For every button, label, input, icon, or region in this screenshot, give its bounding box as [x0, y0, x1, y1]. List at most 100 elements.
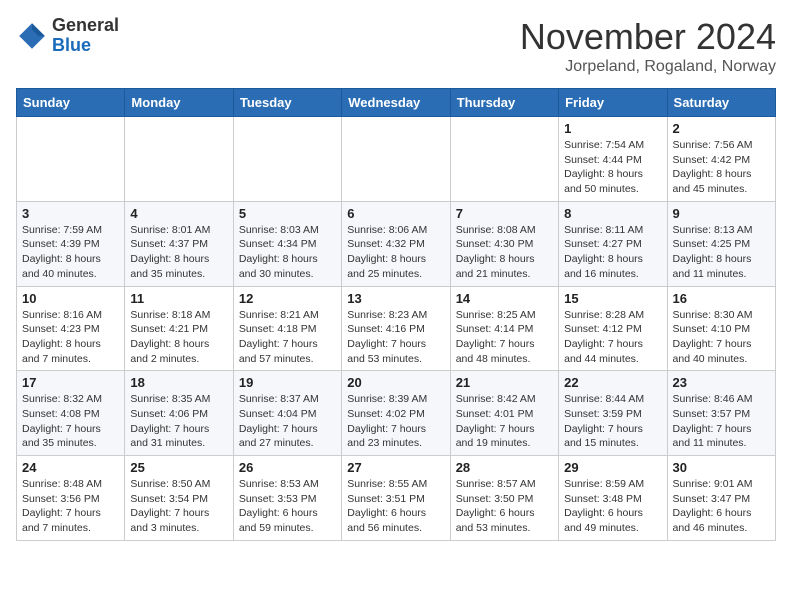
table-row: 4 Sunrise: 8:01 AM Sunset: 4:37 PM Daylig… [125, 201, 233, 286]
day-number: 16 [673, 291, 770, 306]
day-info: Sunrise: 7:59 AM Sunset: 4:39 PM Dayligh… [22, 223, 119, 282]
day-number: 5 [239, 206, 336, 221]
day-info: Sunrise: 8:25 AM Sunset: 4:14 PM Dayligh… [456, 308, 553, 367]
day-number: 12 [239, 291, 336, 306]
table-row [17, 117, 125, 202]
table-row [450, 117, 558, 202]
day-info: Sunrise: 8:13 AM Sunset: 4:25 PM Dayligh… [673, 223, 770, 282]
day-number: 19 [239, 375, 336, 390]
day-number: 13 [347, 291, 444, 306]
day-info: Sunrise: 8:30 AM Sunset: 4:10 PM Dayligh… [673, 308, 770, 367]
day-info: Sunrise: 7:56 AM Sunset: 4:42 PM Dayligh… [673, 138, 770, 197]
day-number: 20 [347, 375, 444, 390]
day-number: 9 [673, 206, 770, 221]
logo-blue-text: Blue [52, 35, 91, 55]
day-info: Sunrise: 8:28 AM Sunset: 4:12 PM Dayligh… [564, 308, 661, 367]
calendar-header-row: Sunday Monday Tuesday Wednesday Thursday… [17, 89, 776, 117]
day-number: 2 [673, 121, 770, 136]
col-monday: Monday [125, 89, 233, 117]
day-info: Sunrise: 8:42 AM Sunset: 4:01 PM Dayligh… [456, 392, 553, 451]
day-number: 26 [239, 460, 336, 475]
table-row: 29Sunrise: 8:59 AM Sunset: 3:48 PM Dayli… [559, 456, 667, 541]
day-info: Sunrise: 8:57 AM Sunset: 3:50 PM Dayligh… [456, 477, 553, 536]
day-number: 7 [456, 206, 553, 221]
day-number: 3 [22, 206, 119, 221]
col-saturday: Saturday [667, 89, 775, 117]
calendar: Sunday Monday Tuesday Wednesday Thursday… [16, 88, 776, 541]
table-row: 21 Sunrise: 8:42 AM Sunset: 4:01 PM Dayli… [450, 371, 558, 456]
table-row: 5 Sunrise: 8:03 AM Sunset: 4:34 PM Daylig… [233, 201, 341, 286]
day-info: Sunrise: 8:59 AM Sunset: 3:48 PM Dayligh… [564, 477, 661, 536]
day-info: Sunrise: 8:16 AM Sunset: 4:23 PM Dayligh… [22, 308, 119, 367]
logo: General Blue [16, 16, 119, 56]
day-number: 17 [22, 375, 119, 390]
day-number: 28 [456, 460, 553, 475]
calendar-week-row: 3 Sunrise: 7:59 AM Sunset: 4:39 PM Daylig… [17, 201, 776, 286]
day-info: Sunrise: 8:06 AM Sunset: 4:32 PM Dayligh… [347, 223, 444, 282]
table-row: 7 Sunrise: 8:08 AM Sunset: 4:30 PM Daylig… [450, 201, 558, 286]
table-row: 30Sunrise: 9:01 AM Sunset: 3:47 PM Dayli… [667, 456, 775, 541]
table-row: 12 Sunrise: 8:21 AM Sunset: 4:18 PM Dayli… [233, 286, 341, 371]
logo-icon [16, 20, 48, 52]
day-info: Sunrise: 8:44 AM Sunset: 3:59 PM Dayligh… [564, 392, 661, 451]
header: General Blue November 2024 Jorpeland, Ro… [16, 16, 776, 76]
table-row: 28 Sunrise: 8:57 AM Sunset: 3:50 PM Dayli… [450, 456, 558, 541]
calendar-week-row: 17Sunrise: 8:32 AM Sunset: 4:08 PM Dayli… [17, 371, 776, 456]
table-row: 14 Sunrise: 8:25 AM Sunset: 4:14 PM Dayli… [450, 286, 558, 371]
day-info: Sunrise: 8:01 AM Sunset: 4:37 PM Dayligh… [130, 223, 227, 282]
table-row: 23Sunrise: 8:46 AM Sunset: 3:57 PM Dayli… [667, 371, 775, 456]
table-row: 11 Sunrise: 8:18 AM Sunset: 4:21 PM Dayli… [125, 286, 233, 371]
table-row: 19Sunrise: 8:37 AM Sunset: 4:04 PM Dayli… [233, 371, 341, 456]
col-thursday: Thursday [450, 89, 558, 117]
day-info: Sunrise: 8:21 AM Sunset: 4:18 PM Dayligh… [239, 308, 336, 367]
day-number: 24 [22, 460, 119, 475]
day-number: 18 [130, 375, 227, 390]
col-wednesday: Wednesday [342, 89, 450, 117]
table-row: 17Sunrise: 8:32 AM Sunset: 4:08 PM Dayli… [17, 371, 125, 456]
day-info: Sunrise: 8:53 AM Sunset: 3:53 PM Dayligh… [239, 477, 336, 536]
calendar-week-row: 10Sunrise: 8:16 AM Sunset: 4:23 PM Dayli… [17, 286, 776, 371]
day-number: 21 [456, 375, 553, 390]
day-number: 1 [564, 121, 661, 136]
table-row: 8 Sunrise: 8:11 AM Sunset: 4:27 PM Daylig… [559, 201, 667, 286]
day-number: 15 [564, 291, 661, 306]
day-number: 8 [564, 206, 661, 221]
day-number: 4 [130, 206, 227, 221]
day-number: 6 [347, 206, 444, 221]
day-info: Sunrise: 8:23 AM Sunset: 4:16 PM Dayligh… [347, 308, 444, 367]
month-title: November 2024 [520, 16, 776, 58]
day-number: 25 [130, 460, 227, 475]
table-row: 18Sunrise: 8:35 AM Sunset: 4:06 PM Dayli… [125, 371, 233, 456]
location: Jorpeland, Rogaland, Norway [520, 58, 776, 76]
col-tuesday: Tuesday [233, 89, 341, 117]
logo-general-text: General [52, 15, 119, 35]
table-row: 25 Sunrise: 8:50 AM Sunset: 3:54 PM Dayli… [125, 456, 233, 541]
day-number: 11 [130, 291, 227, 306]
day-info: Sunrise: 8:18 AM Sunset: 4:21 PM Dayligh… [130, 308, 227, 367]
day-info: Sunrise: 8:11 AM Sunset: 4:27 PM Dayligh… [564, 223, 661, 282]
day-number: 14 [456, 291, 553, 306]
col-friday: Friday [559, 89, 667, 117]
day-info: Sunrise: 8:50 AM Sunset: 3:54 PM Dayligh… [130, 477, 227, 536]
table-row: 22Sunrise: 8:44 AM Sunset: 3:59 PM Dayli… [559, 371, 667, 456]
table-row: 9 Sunrise: 8:13 AM Sunset: 4:25 PM Daylig… [667, 201, 775, 286]
title-area: November 2024 Jorpeland, Rogaland, Norwa… [520, 16, 776, 76]
table-row: 20Sunrise: 8:39 AM Sunset: 4:02 PM Dayli… [342, 371, 450, 456]
day-info: Sunrise: 8:08 AM Sunset: 4:30 PM Dayligh… [456, 223, 553, 282]
table-row [233, 117, 341, 202]
table-row: 2 Sunrise: 7:56 AM Sunset: 4:42 PM Daylig… [667, 117, 775, 202]
day-info: Sunrise: 8:48 AM Sunset: 3:56 PM Dayligh… [22, 477, 119, 536]
calendar-week-row: 1Sunrise: 7:54 AM Sunset: 4:44 PM Daylig… [17, 117, 776, 202]
day-number: 23 [673, 375, 770, 390]
table-row: 10Sunrise: 8:16 AM Sunset: 4:23 PM Dayli… [17, 286, 125, 371]
table-row: 27Sunrise: 8:55 AM Sunset: 3:51 PM Dayli… [342, 456, 450, 541]
day-number: 30 [673, 460, 770, 475]
table-row: 13 Sunrise: 8:23 AM Sunset: 4:16 PM Dayli… [342, 286, 450, 371]
table-row: 15 Sunrise: 8:28 AM Sunset: 4:12 PM Dayli… [559, 286, 667, 371]
day-info: Sunrise: 8:03 AM Sunset: 4:34 PM Dayligh… [239, 223, 336, 282]
table-row: 1Sunrise: 7:54 AM Sunset: 4:44 PM Daylig… [559, 117, 667, 202]
table-row: 3 Sunrise: 7:59 AM Sunset: 4:39 PM Daylig… [17, 201, 125, 286]
table-row [125, 117, 233, 202]
calendar-week-row: 24 Sunrise: 8:48 AM Sunset: 3:56 PM Dayli… [17, 456, 776, 541]
table-row: 26 Sunrise: 8:53 AM Sunset: 3:53 PM Dayli… [233, 456, 341, 541]
